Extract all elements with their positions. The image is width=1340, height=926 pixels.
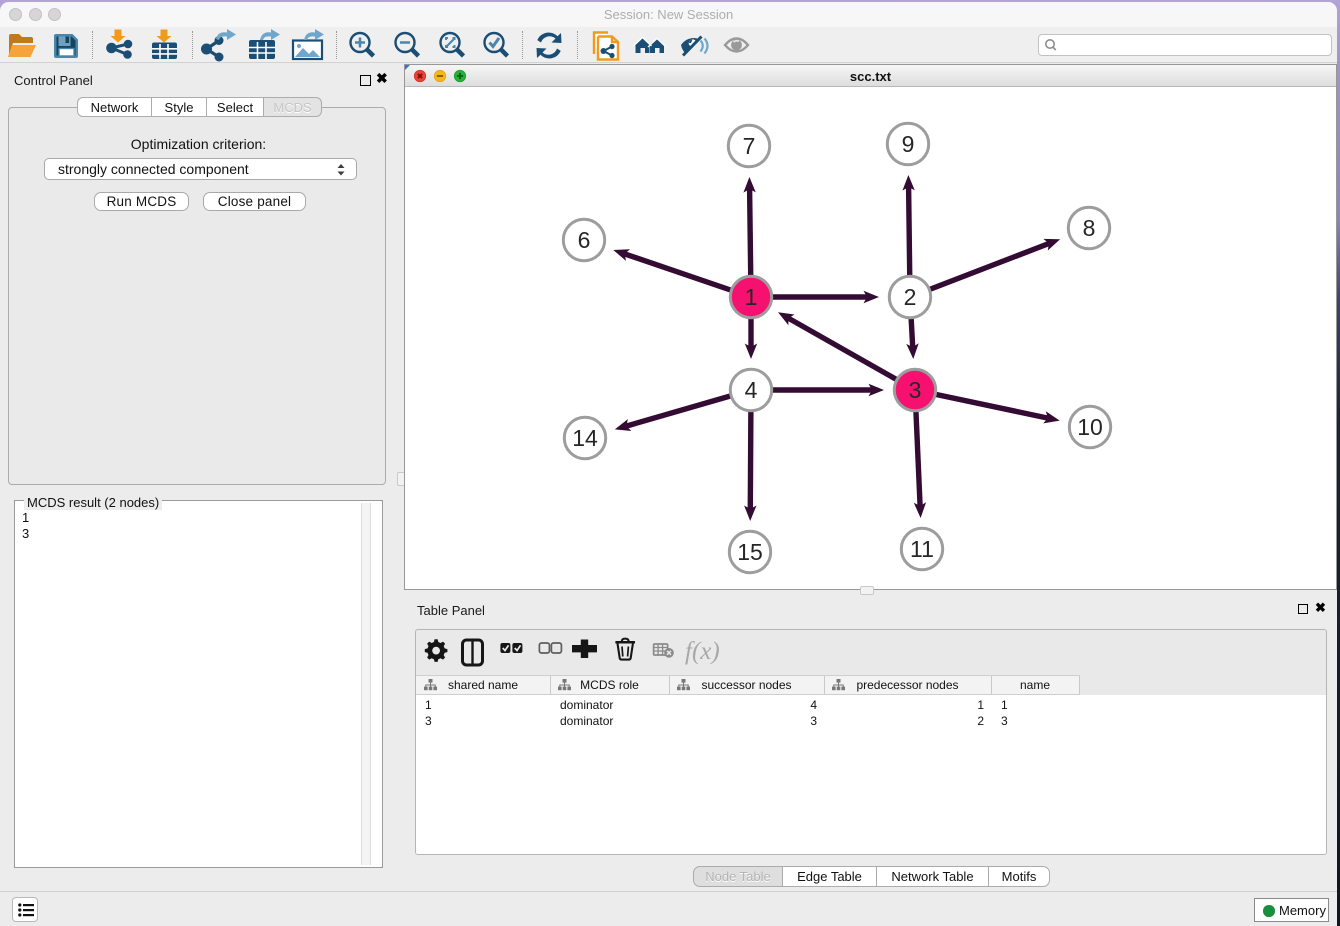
svg-text:6: 6 [578, 227, 591, 253]
svg-text:11: 11 [910, 536, 934, 562]
svg-text:8: 8 [1083, 215, 1096, 241]
svg-text:1: 1 [745, 284, 758, 310]
svg-text:f(x): f(x) [685, 638, 720, 665]
svg-text:2: 2 [904, 284, 917, 310]
svg-text:3: 3 [909, 377, 922, 403]
svg-text:9: 9 [902, 131, 915, 157]
svg-text:7: 7 [743, 133, 756, 159]
svg-text:15: 15 [737, 539, 763, 565]
svg-text:14: 14 [572, 425, 598, 451]
svg-text:10: 10 [1077, 414, 1103, 440]
svg-text:4: 4 [745, 377, 758, 403]
